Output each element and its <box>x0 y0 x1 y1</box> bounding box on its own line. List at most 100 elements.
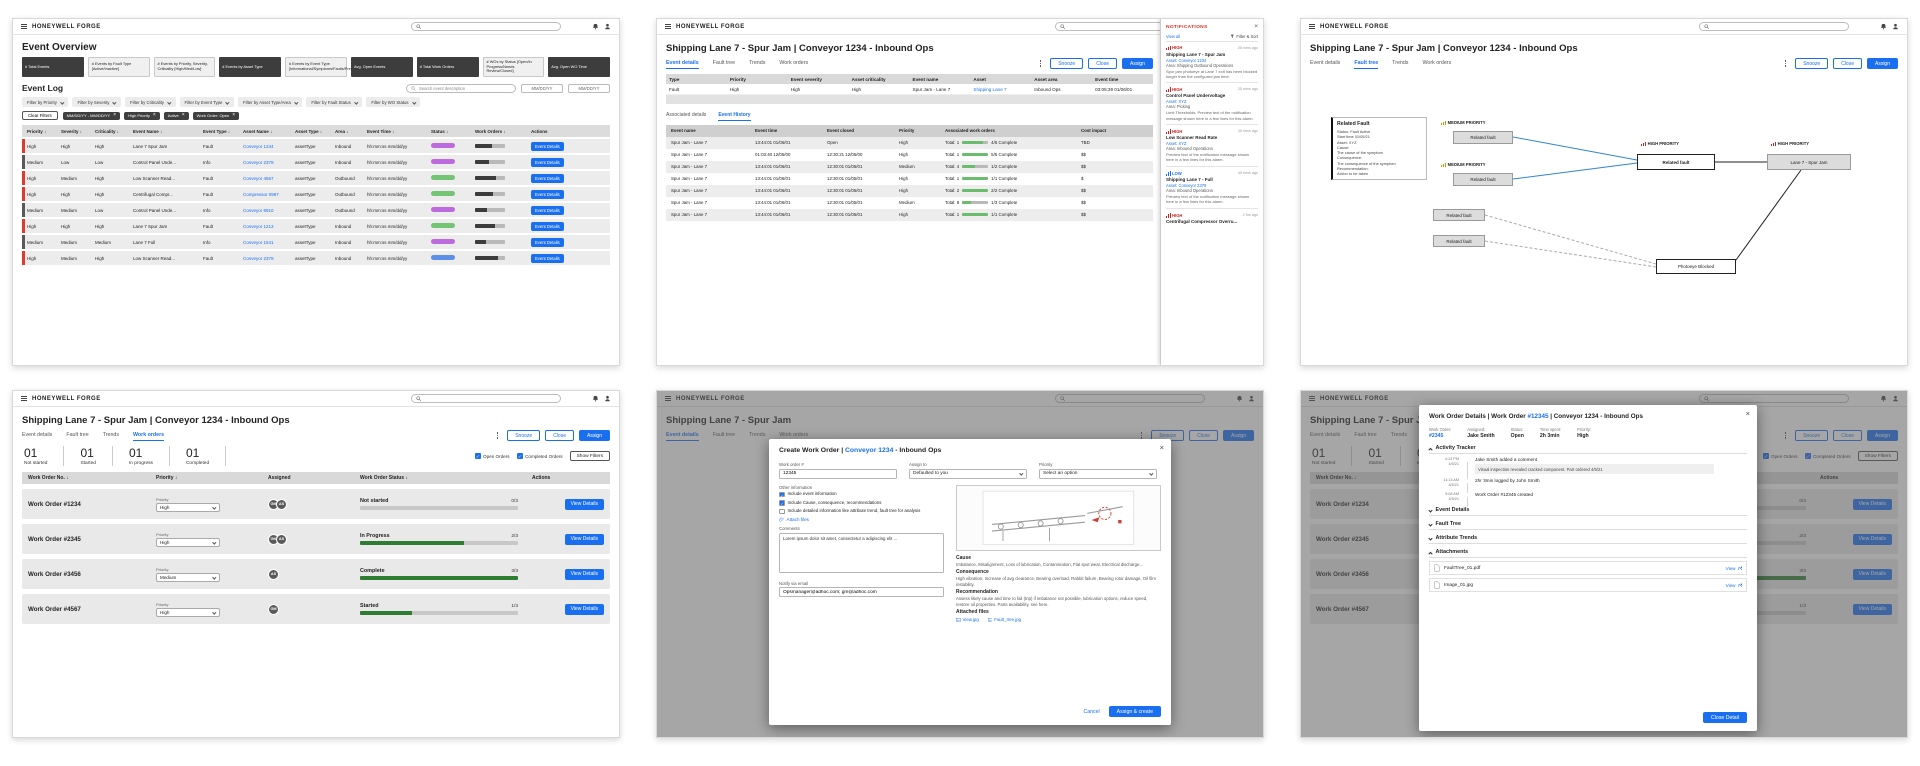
kpi-chip[interactable]: # Events by Priority, Severity, Critical… <box>153 57 216 78</box>
tab-work-orders[interactable]: Work orders <box>1422 59 1451 69</box>
header-search[interactable] <box>411 22 561 31</box>
kebab-menu-icon[interactable] <box>496 432 499 439</box>
priority-select[interactable]: Select an option <box>1039 468 1157 479</box>
section-header[interactable]: Fault Tree <box>1428 521 1747 527</box>
event-details-button[interactable]: Event Details <box>531 237 564 247</box>
related-fault-detail-card[interactable]: Related Fault Status: Fault Active Start … <box>1331 117 1427 181</box>
table-row[interactable]: High High High Lane 7 Spur Jam Fault Con… <box>22 219 610 234</box>
attachments-header[interactable]: Attachments <box>1428 549 1747 556</box>
filter-dropdown[interactable]: Filter by Severity <box>72 97 122 108</box>
filter-dropdown[interactable]: Filter by Event Type <box>179 97 235 108</box>
snooze-button[interactable]: Snooze <box>507 430 541 441</box>
event-details-button[interactable]: Event Details <box>531 253 564 263</box>
tab-trends[interactable]: Trends <box>749 59 765 69</box>
event-details-button[interactable]: Event Details <box>531 189 564 199</box>
lane-spur-jam-node[interactable]: Lane 7 - Spur Jam <box>1767 154 1851 170</box>
asset-link[interactable]: Conveyor 8910 <box>241 208 293 213</box>
column-header[interactable]: Severity ↓ <box>59 129 93 134</box>
related-fault-node[interactable]: Related fault <box>1433 235 1485 247</box>
checkbox-item[interactable]: Include event information <box>779 491 944 497</box>
bell-icon[interactable] <box>592 23 599 30</box>
view-details-button[interactable]: View Details <box>564 498 604 510</box>
photoeye-blocked-node[interactable]: Photoeye Blocked <box>1656 259 1736 274</box>
column-header[interactable]: Work Order No. ↓ <box>28 475 156 481</box>
table-row[interactable]: High High High Lane 7 Spur Jam Fault Con… <box>22 139 610 154</box>
email-input[interactable] <box>779 587 944 597</box>
work-order-row[interactable]: Work Order #4567 Priority High GM Starte… <box>22 594 610 624</box>
table-row[interactable]: Medium Medium Low Control Panel Unde... … <box>22 203 610 218</box>
filter-chip[interactable]: Work Order: Open × <box>192 111 240 120</box>
menu-icon[interactable] <box>1309 24 1315 29</box>
assign-to-select[interactable]: Defaulted to you <box>909 468 1027 479</box>
notification-card[interactable]: HIGH 25 mins ago Control Panel Undervolt… <box>1166 82 1258 124</box>
asset-link[interactable]: Conveyor 4567 <box>241 176 293 181</box>
close-icon[interactable]: × <box>1254 23 1258 31</box>
work-order-row[interactable]: Work Order #1234 Priority High GM AS Not… <box>22 489 610 519</box>
tab-event-details[interactable]: Event details <box>1310 59 1340 69</box>
event-details-button[interactable]: Event Details <box>531 157 564 167</box>
event-details-button[interactable]: Event Details <box>531 205 564 215</box>
column-header[interactable]: Actions <box>529 129 581 134</box>
column-header[interactable]: Event Type ↓ <box>201 129 241 134</box>
close-icon[interactable]: × <box>1160 444 1164 452</box>
table-row[interactable]: Spur Jam - Lane 7 13:44:01 01/06/01 12:3… <box>666 160 1153 173</box>
kpi-chip[interactable]: # Events by Event Type [Informational/Sy… <box>285 57 363 78</box>
file-link[interactable]: View.jpg <box>956 617 979 622</box>
table-row[interactable]: Spur Jam - Lane 7 13:44:01 01/06/01 Open… <box>666 136 1153 149</box>
avatar[interactable]: GM <box>268 603 279 615</box>
column-header[interactable]: Asset Name ↓ <box>241 129 293 134</box>
priority-select[interactable]: High <box>156 502 220 512</box>
section-header[interactable]: Attribute Trends <box>1428 535 1747 541</box>
asset-link[interactable]: Conveyor 1541 <box>241 240 293 245</box>
column-header[interactable]: Cost impact <box>1079 128 1123 133</box>
tab-work-orders[interactable]: Work orders <box>779 59 808 69</box>
related-fault-node[interactable]: Related fault <box>1453 131 1513 144</box>
asset-link[interactable]: Conveyor 1234 <box>845 447 893 454</box>
close-button[interactable]: Close <box>1088 58 1117 69</box>
assign-button[interactable]: Assign <box>578 430 610 441</box>
avatar[interactable]: AS <box>268 568 279 580</box>
column-header[interactable]: Priority <box>897 128 943 133</box>
bell-icon[interactable] <box>592 395 599 402</box>
date-from-input[interactable]: MM/DD/YY <box>521 83 563 93</box>
header-search[interactable] <box>411 394 561 403</box>
event-search-input[interactable]: Search event description <box>406 83 516 93</box>
snooze-button[interactable]: Snooze <box>1050 58 1084 69</box>
notification-card[interactable]: HIGH 35 mins ago Low Scanner Read Rate A… <box>1166 124 1258 166</box>
kpi-chip[interactable]: Avg. Open Events <box>351 57 413 78</box>
column-header[interactable]: Criticality ↓ <box>93 129 131 134</box>
avatar[interactable]: AS <box>276 498 287 510</box>
priority-select[interactable]: High <box>156 607 220 617</box>
asset-link[interactable]: Conveyor 1213 <box>241 224 293 229</box>
main-related-fault-node[interactable]: Related fault <box>1637 154 1715 170</box>
user-icon[interactable] <box>1892 23 1899 30</box>
close-button[interactable]: Close <box>1833 58 1862 69</box>
table-row[interactable]: Spur Jam - Lane 7 13:44:01 01/06/01 12:3… <box>666 173 1153 185</box>
kpi-chip[interactable]: # Events by Fault Type [Active/Inactive] <box>87 57 150 78</box>
checkbox-item[interactable]: Include detailed information like attrib… <box>779 508 944 514</box>
column-header[interactable]: Priority ↓ <box>156 475 268 481</box>
close-detail-button[interactable]: Close Detail <box>1703 712 1747 723</box>
filter-chip[interactable]: MM/DD/YY - MM/DD/YY × <box>62 111 121 120</box>
view-file-link[interactable]: View <box>1726 566 1742 571</box>
work-order-link[interactable]: #12345 <box>1527 413 1548 420</box>
column-header[interactable]: Priority ↓ <box>25 129 59 134</box>
asset-link[interactable]: Shipping Lane 7 <box>970 84 1031 94</box>
kpi-chip[interactable]: # Total Work Orders <box>416 57 479 78</box>
comments-textarea[interactable]: Lorem ipsum dolor sit amet, consectetur … <box>779 532 944 573</box>
tab-fault-tree[interactable]: Fault tree <box>66 431 88 441</box>
checkbox-item[interactable]: Include Cause, consequence, recommendati… <box>779 500 944 506</box>
table-row[interactable]: Medium Medium Medium Lane 7 Full Info Co… <box>22 235 610 250</box>
priority-select[interactable]: Medium <box>156 572 220 582</box>
close-button[interactable]: Close <box>545 430 574 441</box>
view-all-link[interactable]: View all <box>1166 34 1180 39</box>
clear-filters-button[interactable]: Clear Filters <box>22 111 58 121</box>
menu-icon[interactable] <box>665 24 671 29</box>
asset-link[interactable]: Compressor 0987 <box>241 192 293 197</box>
snooze-button[interactable]: Snooze <box>1795 58 1829 69</box>
filter-dropdown[interactable]: Filter by Fault Status <box>306 97 363 108</box>
attachment-row[interactable]: Image_01.jpg View <box>1429 578 1747 593</box>
column-header[interactable]: Asset Type ↓ <box>293 129 333 134</box>
filter-dropdown[interactable]: Filter by Priority <box>22 97 69 108</box>
column-header[interactable]: Event Name ↓ <box>131 129 201 134</box>
